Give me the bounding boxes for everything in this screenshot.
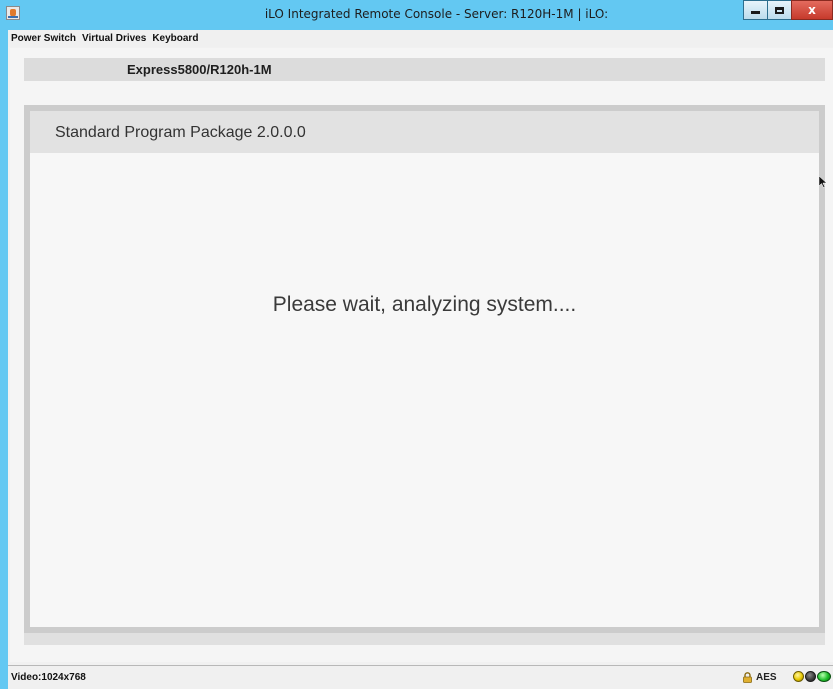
- close-button[interactable]: x: [791, 0, 833, 20]
- minimize-button[interactable]: [743, 0, 768, 20]
- console-client-area: Power Switch Virtual Drives Keyboard Exp…: [8, 30, 833, 689]
- encryption-label: AES: [756, 672, 777, 683]
- window-title: iLO Integrated Remote Console - Server: …: [264, 7, 609, 21]
- progress-panel-body: Standard Program Package 2.0.0.0 Please …: [30, 111, 819, 627]
- maximize-button[interactable]: [767, 0, 792, 20]
- menu-bar: Power Switch Virtual Drives Keyboard: [8, 30, 833, 47]
- wait-message: Please wait, analyzing system....: [272, 293, 577, 316]
- title-bar[interactable]: iLO Integrated Remote Console - Server: …: [0, 0, 833, 30]
- server-model-label: Express5800/R120h-1M: [127, 62, 272, 77]
- close-icon: x: [808, 3, 816, 17]
- menu-keyboard[interactable]: Keyboard: [149, 33, 201, 44]
- status-bar: Video:1024x768 AES: [8, 665, 833, 689]
- panel-title: Standard Program Package 2.0.0.0: [55, 124, 306, 141]
- yellow-indicator: [793, 671, 804, 682]
- model-header-bar: Express5800/R120h-1M: [24, 58, 825, 81]
- menu-virtual-drives[interactable]: Virtual Drives: [79, 33, 149, 44]
- maximize-icon: [775, 6, 784, 14]
- minimize-icon: [751, 11, 760, 14]
- panel-header: Standard Program Package 2.0.0.0: [30, 111, 819, 153]
- lock-icon: [743, 672, 752, 683]
- remote-screen[interactable]: Express5800/R120h-1M Standard Program Pa…: [10, 48, 833, 662]
- window-controls: x: [743, 0, 833, 21]
- video-resolution: Video:1024x768: [11, 672, 86, 683]
- progress-panel: Standard Program Package 2.0.0.0 Please …: [24, 105, 825, 633]
- mouse-cursor-icon: [819, 176, 827, 188]
- gray-indicator: [805, 671, 816, 682]
- console-window: iLO Integrated Remote Console - Server: …: [0, 0, 833, 689]
- green-indicator: [817, 671, 831, 682]
- bottom-strip: [24, 633, 825, 645]
- menu-power-switch[interactable]: Power Switch: [8, 33, 79, 44]
